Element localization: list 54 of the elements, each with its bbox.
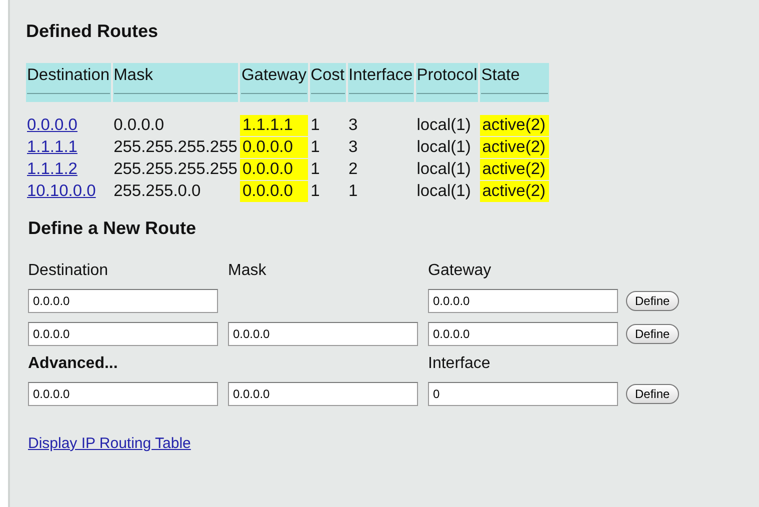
- column-header: Gateway: [240, 63, 308, 102]
- input-field[interactable]: 0.0.0.0: [228, 322, 418, 346]
- column-header: Interface: [348, 63, 414, 102]
- destination-link[interactable]: 10.10.0.0: [27, 182, 96, 200]
- routing-table-link[interactable]: Display IP Routing Table: [28, 435, 191, 452]
- field-label: Interface: [428, 355, 490, 372]
- define-button[interactable]: Define: [626, 291, 679, 311]
- define-button[interactable]: Define: [626, 324, 679, 344]
- table-cell: 1: [310, 138, 320, 156]
- column-header: Cost: [310, 63, 346, 102]
- input-field[interactable]: 0.0.0.0: [28, 322, 218, 346]
- input-field[interactable]: 0.0.0.0: [428, 322, 618, 346]
- table-cell: local(1): [416, 160, 471, 178]
- table-cell: local(1): [416, 138, 471, 156]
- table-cell: 3: [348, 116, 358, 134]
- column-header: Protocol: [416, 63, 478, 102]
- table-cell: 1: [310, 182, 320, 200]
- input-field[interactable]: 0.0.0.0: [428, 289, 618, 313]
- highlighted-cell: 1.1.1.1: [240, 114, 308, 136]
- input-field[interactable]: 0: [428, 382, 618, 406]
- table-cell: 1: [310, 160, 320, 178]
- table-cell: 0.0.0.0: [114, 116, 164, 134]
- highlighted-cell: active(2): [480, 136, 549, 158]
- highlighted-cell: active(2): [480, 114, 549, 136]
- column-header: Mask: [112, 63, 238, 102]
- table-cell: 3: [348, 138, 358, 156]
- field-label: Gateway: [428, 262, 492, 279]
- advanced-heading: Advanced...: [28, 355, 118, 372]
- define-button[interactable]: Define: [626, 384, 679, 404]
- highlighted-cell: 0.0.0.0: [240, 180, 308, 202]
- field-label: Destination: [28, 262, 108, 279]
- table-cell: 2: [348, 160, 358, 178]
- highlighted-cell: 0.0.0.0: [240, 136, 308, 158]
- table-cell: local(1): [416, 182, 471, 200]
- table-cell: 1: [310, 116, 320, 134]
- field-label: Mask: [228, 262, 266, 279]
- highlighted-cell: 0.0.0.0: [240, 158, 308, 180]
- destination-link[interactable]: 1.1.1.2: [27, 160, 78, 178]
- destination-link[interactable]: 0.0.0.0: [27, 116, 78, 134]
- table-cell: 255.255.255.255: [114, 138, 238, 156]
- section-title: Define a New Route: [28, 218, 198, 239]
- highlighted-cell: active(2): [480, 158, 549, 180]
- column-header: State: [480, 63, 549, 102]
- table-cell: local(1): [416, 116, 471, 134]
- column-header: Destination: [26, 63, 111, 102]
- destination-link[interactable]: 1.1.1.1: [27, 138, 78, 156]
- input-field[interactable]: 0.0.0.0: [228, 382, 418, 406]
- table-cell: 255.255.0.0: [114, 182, 201, 200]
- input-field[interactable]: 0.0.0.0: [28, 382, 218, 406]
- highlighted-cell: active(2): [480, 180, 549, 202]
- table-cell: 1: [348, 182, 358, 200]
- section-title: Defined Routes: [26, 21, 160, 42]
- input-field[interactable]: 0.0.0.0: [28, 289, 218, 313]
- table-cell: 255.255.255.255: [114, 160, 238, 178]
